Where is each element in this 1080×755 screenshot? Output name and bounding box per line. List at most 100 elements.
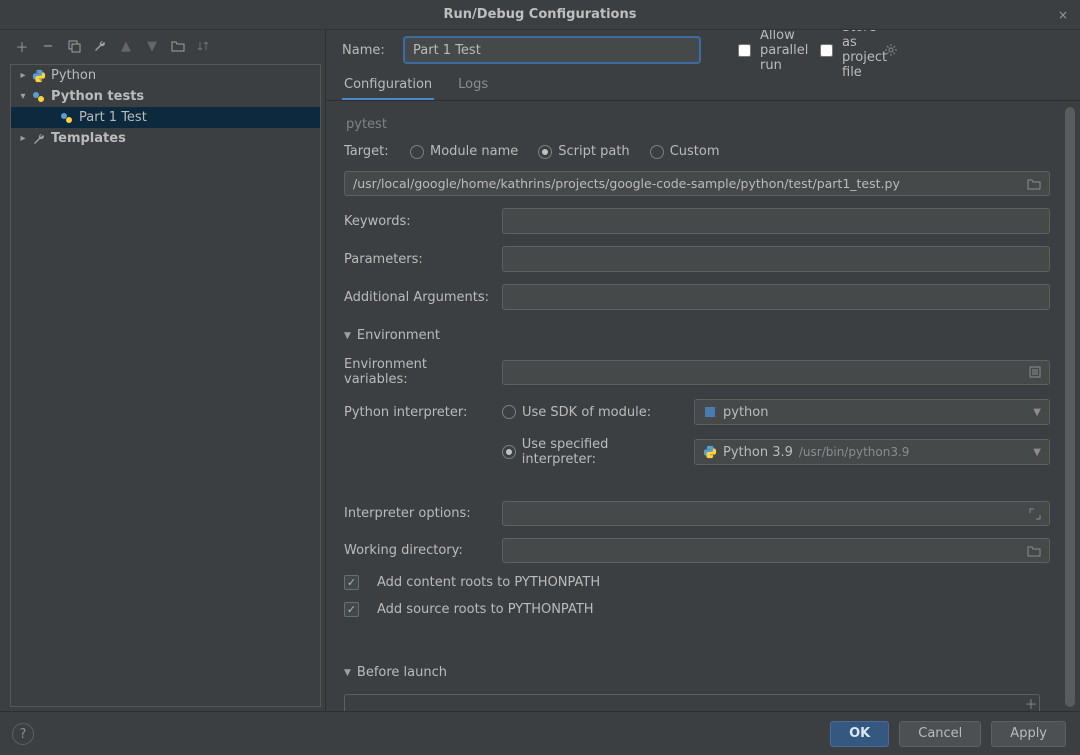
tree-toolbar: ＋ − ▲ ▼	[0, 30, 325, 62]
radio-dot	[410, 145, 424, 159]
keywords-input[interactable]	[502, 208, 1050, 234]
target-row: Target: Module name Script path	[344, 144, 1050, 159]
keywords-row: Keywords:	[344, 208, 1050, 234]
sdk-module-select[interactable]: python ▼	[694, 399, 1050, 425]
before-launch-section-header[interactable]: ▼ Before launch	[344, 665, 1050, 680]
parameters-label: Parameters:	[344, 252, 492, 267]
env-vars-field[interactable]	[502, 360, 1050, 385]
chevron-down-icon: ▼	[1033, 407, 1041, 418]
folder-icon[interactable]	[1027, 545, 1041, 557]
titlebar: Run/Debug Configurations ×	[0, 0, 1080, 30]
radio-custom[interactable]: Custom	[650, 144, 720, 159]
target-path-field[interactable]: /usr/local/google/home/kathrins/projects…	[344, 171, 1050, 196]
environment-section-header[interactable]: ▼ Environment	[344, 328, 1050, 343]
target-radios: Module name Script path Custom	[410, 144, 720, 159]
right-panel: Name: Allow parallel run Store as projec…	[326, 30, 1080, 711]
allow-parallel-box[interactable]	[738, 43, 751, 58]
radio-script-path[interactable]: Script path	[538, 144, 629, 159]
additional-args-input[interactable]	[502, 284, 1050, 310]
radio-dot	[538, 145, 552, 159]
list-icon[interactable]	[1029, 366, 1041, 378]
cancel-button[interactable]: Cancel	[899, 721, 981, 747]
env-vars-row: Environment variables:	[344, 357, 1050, 387]
add-content-roots-label: Add content roots to PYTHONPATH	[377, 575, 600, 590]
tree-node-python-tests[interactable]: ▾ Python tests	[11, 86, 320, 107]
name-input[interactable]	[404, 37, 700, 63]
copy-icon[interactable]	[66, 38, 82, 54]
name-row: Name: Allow parallel run Store as projec…	[326, 30, 1080, 70]
close-icon[interactable]: ×	[1058, 8, 1070, 20]
dialog-title: Run/Debug Configurations	[444, 7, 637, 22]
up-icon[interactable]: ▲	[118, 38, 134, 54]
tab-configuration[interactable]: Configuration	[342, 70, 434, 100]
radio-dot	[650, 145, 664, 159]
checkbox-checked-icon[interactable]	[344, 602, 359, 617]
dialog-footer: ? OK Cancel Apply	[0, 711, 1080, 755]
radio-sdk-module[interactable]: Use SDK of module:	[502, 405, 684, 420]
before-launch-label: Before launch	[357, 665, 447, 680]
chevron-right-icon[interactable]: ▸	[17, 70, 29, 81]
checkbox-checked-icon[interactable]	[344, 575, 359, 590]
add-source-roots-label: Add source roots to PYTHONPATH	[377, 602, 594, 617]
wrench-icon	[31, 131, 47, 147]
add-icon[interactable]: ＋	[1021, 693, 1041, 711]
python-icon	[31, 68, 47, 84]
add-icon[interactable]: ＋	[14, 38, 30, 54]
tab-logs[interactable]: Logs	[456, 70, 490, 100]
radio-label: Script path	[558, 144, 629, 159]
target-path-value: /usr/local/google/home/kathrins/projects…	[353, 176, 900, 191]
working-directory-label: Working directory:	[344, 543, 492, 558]
add-source-roots-row[interactable]: Add source roots to PYTHONPATH	[344, 602, 1050, 617]
env-vars-label: Environment variables:	[344, 357, 492, 387]
scrollbar-thumb[interactable]	[1065, 107, 1075, 707]
dialog-body: ＋ − ▲ ▼ ▸	[0, 30, 1080, 711]
environment-label: Environment	[357, 328, 440, 343]
folder-icon[interactable]	[170, 38, 186, 54]
tabs: Configuration Logs	[326, 70, 1080, 101]
interpreter-options-field[interactable]	[502, 501, 1050, 526]
run-debug-configurations-dialog: Run/Debug Configurations × ＋ − ▲ ▼	[0, 0, 1080, 755]
working-directory-field[interactable]	[502, 538, 1050, 563]
tree-label: Templates	[51, 131, 126, 146]
interpreter-options-label: Interpreter options:	[344, 506, 492, 521]
module-icon	[703, 405, 717, 419]
target-path-row: /usr/local/google/home/kathrins/projects…	[344, 171, 1050, 196]
radio-label: Module name	[430, 144, 518, 159]
folder-icon[interactable]	[1027, 178, 1041, 190]
ok-button[interactable]: OK	[830, 721, 889, 747]
parameters-row: Parameters:	[344, 246, 1050, 272]
expand-icon[interactable]	[1029, 508, 1041, 520]
chevron-right-icon[interactable]: ▸	[17, 133, 29, 144]
tree-label: Python	[51, 68, 96, 83]
specified-interpreter-row: Use specified interpreter: Python 3.9 /u…	[344, 437, 1050, 467]
add-content-roots-row[interactable]: Add content roots to PYTHONPATH	[344, 575, 1050, 590]
parameters-input[interactable]	[502, 246, 1050, 272]
python-interpreter-row: Python interpreter: Use SDK of module: p…	[344, 399, 1050, 425]
gear-icon[interactable]	[884, 43, 898, 57]
down-icon[interactable]: ▼	[144, 38, 160, 54]
sort-icon[interactable]	[196, 38, 212, 54]
radio-specified-interpreter[interactable]: Use specified interpreter:	[502, 437, 684, 467]
specified-interpreter-select[interactable]: Python 3.9 /usr/bin/python3.9 ▼	[694, 439, 1050, 465]
configurations-tree[interactable]: ▸ Python ▾ Python tests	[10, 64, 321, 707]
apply-button[interactable]: Apply	[991, 721, 1066, 747]
tree-node-python[interactable]: ▸ Python	[11, 65, 320, 86]
python-icon	[703, 445, 717, 459]
remove-icon[interactable]: −	[40, 38, 56, 54]
store-project-box[interactable]	[820, 43, 833, 58]
python-interpreter-label: Python interpreter:	[344, 405, 492, 420]
chevron-down-icon[interactable]: ▾	[17, 91, 29, 102]
tree-node-templates[interactable]: ▸ Templates	[11, 128, 320, 149]
tree-node-part1-test[interactable]: Part 1 Test	[11, 107, 320, 128]
configuration-form: pytest Target: Module name Scrip	[326, 101, 1080, 711]
radio-dot	[502, 405, 516, 419]
tree-label: Part 1 Test	[79, 110, 147, 125]
left-panel: ＋ − ▲ ▼ ▸	[0, 30, 326, 711]
help-icon[interactable]: ?	[12, 723, 34, 745]
before-launch-list[interactable]: ＋ −	[344, 694, 1040, 711]
radio-module-name[interactable]: Module name	[410, 144, 518, 159]
additional-args-row: Additional Arguments:	[344, 284, 1050, 310]
wrench-icon[interactable]	[92, 38, 108, 54]
allow-parallel-checkbox[interactable]: Allow parallel run	[734, 28, 782, 73]
target-label: Target:	[344, 144, 400, 159]
